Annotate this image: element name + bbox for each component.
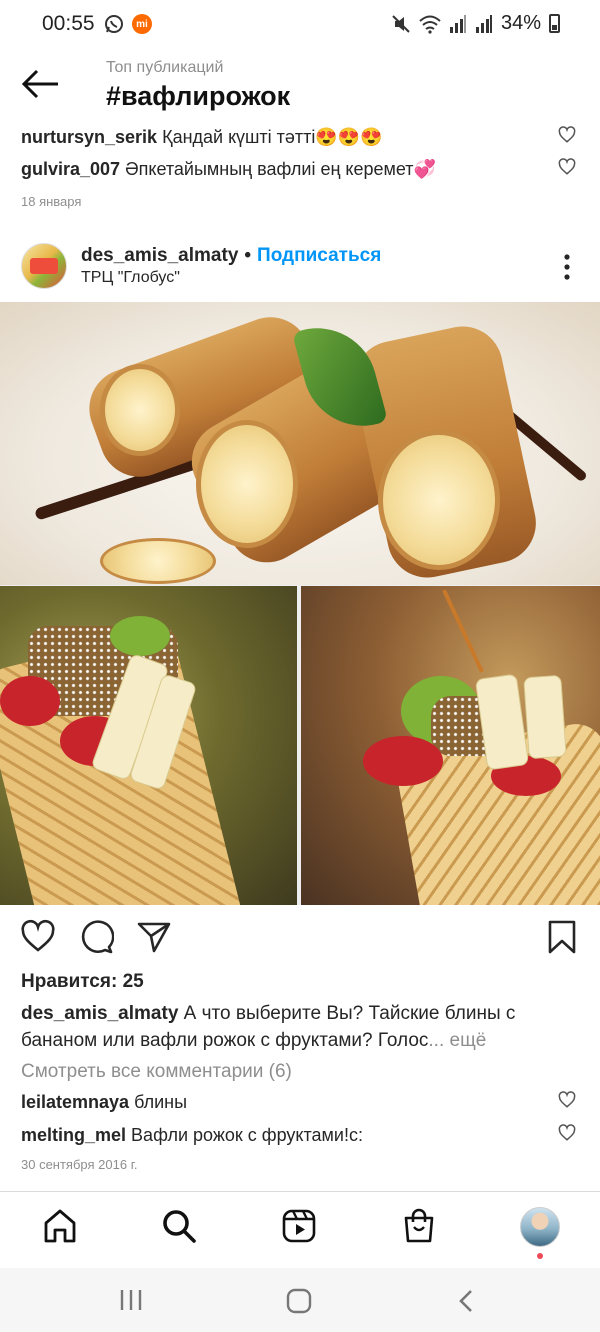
photo-waffle-cone-right [301, 586, 600, 905]
comment-text: Қандай күшті тәтті😍😍😍 [162, 127, 383, 147]
comment-icon[interactable] [78, 919, 114, 955]
back-arrow-icon[interactable] [20, 66, 62, 102]
likes-count[interactable]: Нравится: 25 [21, 971, 144, 993]
share-icon[interactable] [136, 919, 172, 955]
system-back-icon[interactable] [456, 1288, 476, 1314]
search-icon[interactable] [161, 1208, 197, 1244]
caption-username[interactable]: des_amis_almaty [21, 1003, 178, 1024]
comment-text: блины [134, 1092, 188, 1112]
signal-icon [449, 14, 466, 33]
battery-icon [549, 14, 560, 33]
notification-dot [537, 1253, 543, 1259]
post-header: des_amis_almaty • Подписаться [81, 245, 381, 267]
mute-icon [392, 14, 410, 33]
post-date: 18 января [21, 194, 82, 209]
comment-like-icon[interactable] [558, 1124, 576, 1142]
bookmark-icon[interactable] [544, 919, 580, 955]
bottom-nav-divider [0, 1191, 600, 1192]
comment-item: nurtursyn_serik Қандай күшті тәтті😍😍😍 [21, 127, 383, 148]
comment-like-icon[interactable] [558, 158, 576, 176]
whatsapp-icon [105, 15, 123, 33]
comment-username[interactable]: gulvira_007 [21, 159, 120, 179]
recent-apps-icon[interactable] [118, 1288, 144, 1312]
mi-icon: mi [132, 14, 152, 34]
more-options-icon[interactable] [556, 252, 578, 282]
shop-icon[interactable] [401, 1208, 437, 1244]
status-bar: 00:55 mi 34% [0, 0, 600, 52]
post-date: 30 сентября 2016 г. [21, 1157, 138, 1172]
battery-percent: 34% [500, 12, 541, 34]
home-icon[interactable] [42, 1208, 78, 1244]
comment-username[interactable]: melting_mel [21, 1125, 126, 1145]
home-button-icon[interactable] [286, 1288, 312, 1314]
avatar[interactable] [21, 243, 67, 289]
header-subtitle: Топ публикаций [106, 59, 224, 76]
photo-banana-pancakes [0, 302, 600, 585]
comment-like-icon[interactable] [558, 126, 576, 144]
comment-item: gulvira_007 Әпкетайымның вафлиі ең керем… [21, 159, 436, 180]
system-navigation-bar [0, 1268, 600, 1332]
status-right: 34% [391, 12, 560, 35]
wifi-icon [419, 15, 441, 34]
post-username[interactable]: des_amis_almaty [81, 245, 238, 266]
comment-like-icon[interactable] [558, 1091, 576, 1109]
post-location[interactable]: ТРЦ "Глобус" [81, 269, 180, 287]
comment-username[interactable]: leilatemnaya [21, 1092, 129, 1112]
comment-item: leilatemnaya блины [21, 1092, 187, 1113]
caption-more-link[interactable]: ... ещё [428, 1030, 486, 1051]
reels-icon[interactable] [281, 1208, 317, 1244]
signal-icon [475, 14, 492, 33]
separator-dot: • [244, 245, 252, 266]
photo-waffle-cone-left [0, 586, 297, 905]
view-all-comments-link[interactable]: Смотреть все комментарии (6) [21, 1061, 292, 1083]
page-title: #вафлирожок [106, 81, 291, 111]
comment-text: Әпкетайымның вафлиі ең керемет💞 [125, 159, 436, 179]
like-icon[interactable] [20, 919, 56, 955]
status-time: 00:55 [42, 12, 95, 35]
post-caption: des_amis_almaty А что выберите Вы? Тайск… [21, 1000, 581, 1054]
profile-avatar[interactable] [520, 1207, 560, 1247]
subscribe-button[interactable]: Подписаться [257, 245, 381, 266]
comment-text: Вафли рожок с фруктами!c: [131, 1125, 363, 1145]
comment-username[interactable]: nurtursyn_serik [21, 127, 157, 147]
post-image[interactable] [0, 302, 600, 905]
comment-item: melting_mel Вафли рожок с фруктами!c: [21, 1125, 363, 1146]
